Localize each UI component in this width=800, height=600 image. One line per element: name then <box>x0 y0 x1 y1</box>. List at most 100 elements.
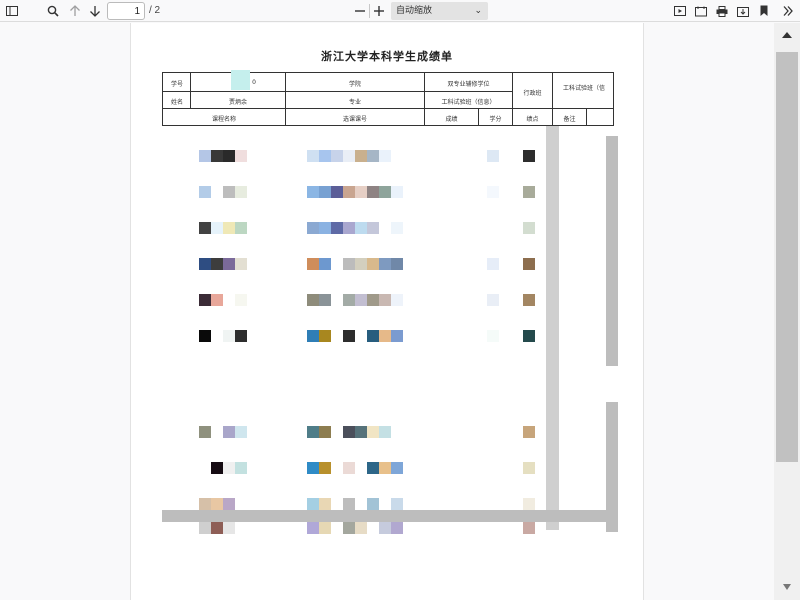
redaction-pixel <box>223 294 235 306</box>
redaction-pixel <box>546 126 559 530</box>
redaction-pixel <box>199 330 211 342</box>
redaction-pixel <box>391 222 403 234</box>
presentation-icon[interactable] <box>672 2 688 20</box>
redaction-pixel <box>343 462 355 474</box>
redaction-pixel <box>331 462 343 474</box>
redaction-pixel <box>199 462 211 474</box>
engineering-class-value: 工科试验班（信 <box>562 85 605 92</box>
redaction-pixel <box>199 186 211 198</box>
col-credit: 学分 <box>489 116 502 123</box>
redaction-pixel <box>379 522 391 534</box>
redaction-pixel <box>606 402 618 532</box>
redaction-pixel <box>211 150 223 162</box>
toolbar-divider <box>369 4 370 18</box>
col-score: 成绩 <box>445 116 458 123</box>
redaction-pixel <box>223 222 235 234</box>
arrow-up-icon[interactable] <box>67 2 83 20</box>
redaction-pixel <box>355 522 367 534</box>
redaction-block <box>231 70 250 90</box>
redaction-pixel <box>391 522 403 534</box>
redaction-pixel <box>199 258 211 270</box>
redaction-pixel <box>391 462 403 474</box>
redaction-pixel <box>235 294 247 306</box>
download-icon[interactable] <box>735 2 751 20</box>
redaction-pixel <box>319 462 331 474</box>
redaction-pixel <box>487 186 499 198</box>
redaction-pixel <box>307 330 319 342</box>
scroll-down-icon[interactable] <box>774 576 800 598</box>
redaction-pixel <box>307 258 319 270</box>
redaction-pixel <box>307 150 319 162</box>
redaction-pixel <box>319 426 331 438</box>
zoom-select[interactable]: 自动缩放 ⌄ <box>391 2 488 20</box>
minus-icon[interactable] <box>352 2 368 20</box>
redaction-pixel <box>355 186 367 198</box>
redaction-pixel <box>355 294 367 306</box>
print-icon[interactable] <box>714 2 730 20</box>
redaction-pixel <box>343 150 355 162</box>
document-title: 浙江大学本科学生成绩单 <box>321 50 453 63</box>
page-number-input[interactable] <box>107 2 145 20</box>
table-line <box>163 108 613 109</box>
redaction-pixel <box>355 258 367 270</box>
redaction-pixel <box>307 498 319 510</box>
redaction-pixel <box>307 294 319 306</box>
redaction-pixel <box>379 330 391 342</box>
redaction-pixel <box>523 186 535 198</box>
scroll-up-icon[interactable] <box>774 24 800 46</box>
redaction-pixel <box>379 462 391 474</box>
redaction-pixel <box>223 498 235 510</box>
scrollbar-thumb[interactable] <box>776 52 798 462</box>
zoom-value: 自动缩放 <box>396 6 433 16</box>
col-remark: 备注 <box>563 116 576 123</box>
student-id-value: 0 <box>252 79 256 86</box>
redaction-pixel <box>355 330 367 342</box>
plus-icon[interactable] <box>371 2 387 20</box>
redaction-pixel <box>307 522 319 534</box>
redaction-pixel <box>223 522 235 534</box>
redaction-pixel <box>319 222 331 234</box>
document-viewer[interactable]: 浙江大学本科学生成绩单 学号 0 学院 双专业辅修学位 行政班 工科试验班（信 … <box>0 23 800 600</box>
redaction-pixel <box>523 522 535 534</box>
table-line <box>163 91 512 92</box>
redaction-pixel <box>391 330 403 342</box>
redaction-pixel <box>379 498 391 510</box>
name-label: 姓名 <box>170 99 183 106</box>
double-chevron-icon[interactable] <box>780 2 796 20</box>
redaction-pixel <box>343 522 355 534</box>
redaction-pixel <box>343 222 355 234</box>
table-line <box>586 108 587 125</box>
search-icon[interactable] <box>45 2 61 20</box>
redaction-pixel <box>223 426 235 438</box>
redaction-pixel <box>343 498 355 510</box>
open-file-icon[interactable] <box>693 2 709 20</box>
redaction-pixel <box>235 222 247 234</box>
redaction-pixel <box>331 186 343 198</box>
redaction-pixel <box>355 222 367 234</box>
redaction-pixel <box>523 426 535 438</box>
pdf-toolbar: / 2 自动缩放 ⌄ <box>0 0 800 22</box>
sidebar-toggle-icon[interactable] <box>4 2 20 20</box>
redaction-pixel <box>307 186 319 198</box>
arrow-down-icon[interactable] <box>87 2 103 20</box>
redaction-pixel <box>223 462 235 474</box>
redaction-pixel <box>199 294 211 306</box>
redaction-pixel <box>331 150 343 162</box>
redaction-pixel <box>367 150 379 162</box>
redaction-pixel <box>367 330 379 342</box>
col-course-code: 选课课号 <box>342 116 367 123</box>
redaction-pixel <box>487 258 499 270</box>
redaction-pixel <box>379 186 391 198</box>
redaction-pixel <box>355 426 367 438</box>
redaction-pixel <box>391 258 403 270</box>
redaction-pixel <box>355 462 367 474</box>
redaction-pixel <box>391 186 403 198</box>
redaction-pixel <box>367 426 379 438</box>
redaction-pixel <box>606 136 618 366</box>
redaction-pixel <box>523 294 535 306</box>
bookmark-icon[interactable] <box>756 2 772 20</box>
redaction-pixel <box>379 150 391 162</box>
major-label: 专业 <box>348 99 361 106</box>
pdf-page: 浙江大学本科学生成绩单 学号 0 学院 双专业辅修学位 行政班 工科试验班（信 … <box>130 23 644 600</box>
admin-class-label: 行政班 <box>523 90 542 97</box>
